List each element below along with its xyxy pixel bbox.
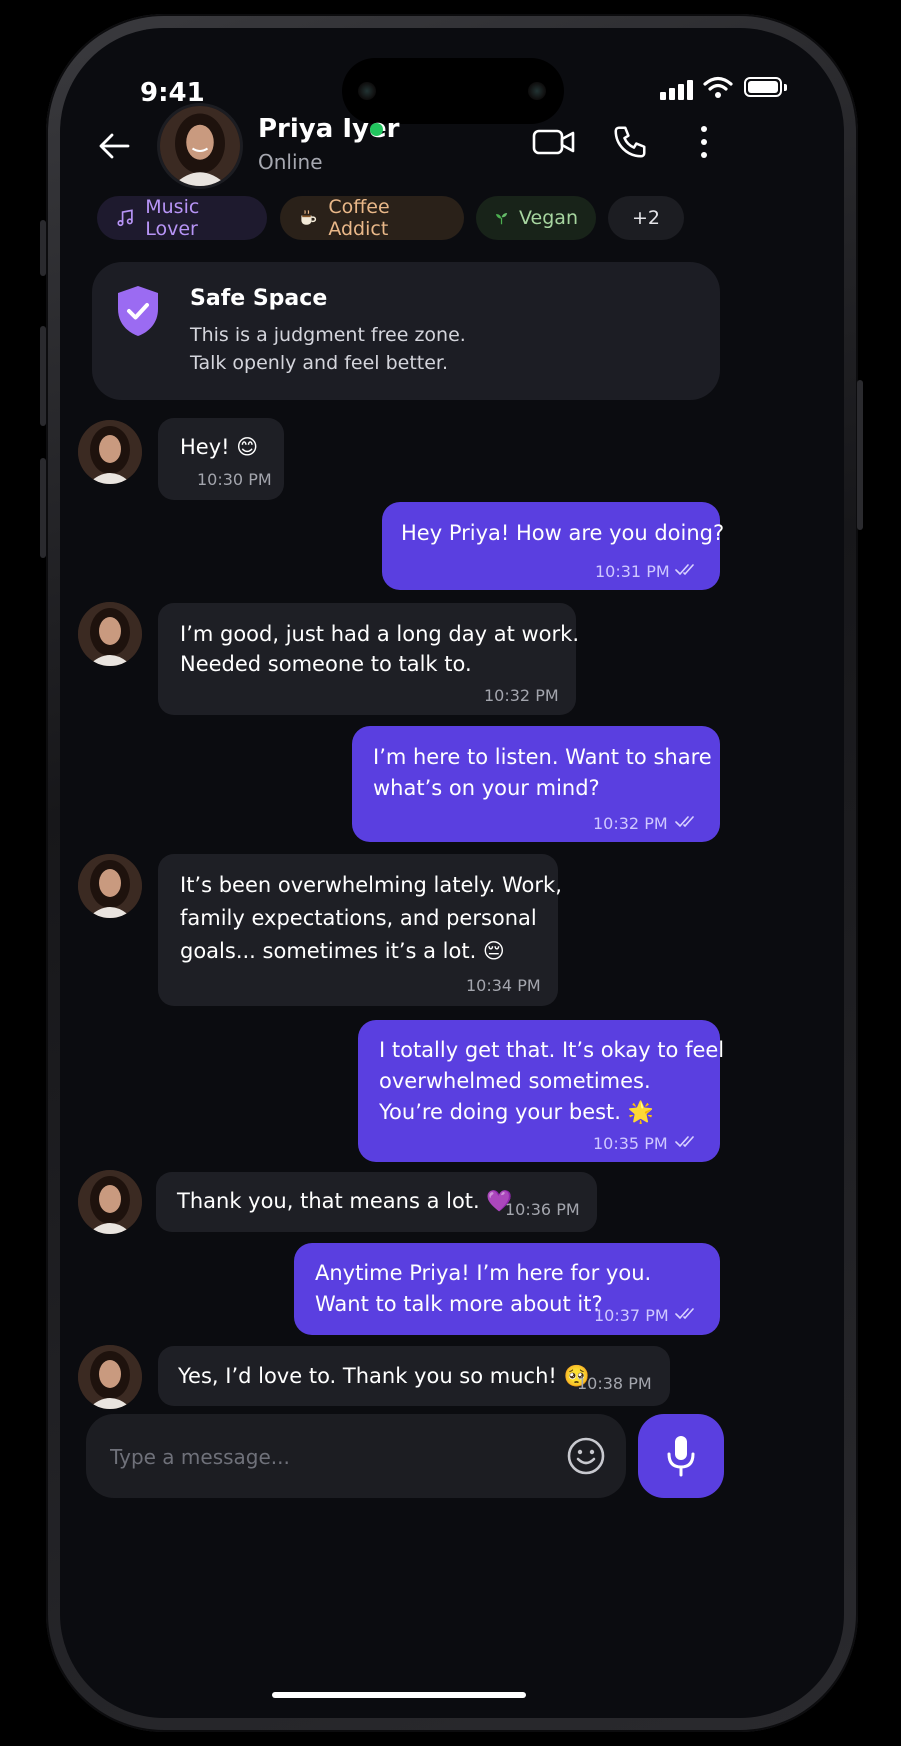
message-text: Yes, I’d love to. Thank you so much! 🥺	[178, 1364, 590, 1388]
message-avatar	[78, 1345, 142, 1409]
back-button[interactable]	[90, 122, 138, 170]
tag-label: +2	[631, 207, 660, 229]
emoji-button[interactable]	[562, 1432, 610, 1480]
signal-bar	[678, 84, 684, 100]
message-time: 10:30 PM	[197, 470, 272, 489]
message-avatar	[78, 420, 142, 484]
emoji-icon	[567, 1437, 605, 1475]
power-button	[857, 380, 863, 530]
tag-label: Vegan	[519, 207, 578, 229]
message-time: 10:32 PM	[593, 814, 668, 833]
video-call-button[interactable]	[530, 118, 578, 166]
avatar-portrait	[78, 420, 142, 484]
tag-label: Coffee Addict	[328, 196, 390, 240]
status-time: 9:41	[140, 78, 205, 108]
message-time: 10:31 PM	[595, 562, 670, 581]
message-time: 10:32 PM	[484, 686, 559, 705]
home-indicator[interactable]	[272, 1692, 526, 1698]
message-time: 10:36 PM	[505, 1200, 580, 1219]
message-text: overwhelmed sometimes.	[379, 1069, 651, 1093]
message-avatar	[78, 1170, 142, 1234]
video-call-icon	[532, 129, 575, 155]
message-text: Hey Priya! How are you doing?	[401, 521, 725, 545]
message-text: Thank you, that means a lot. 💜	[177, 1189, 513, 1213]
message-avatar	[78, 854, 142, 918]
sensor-dot	[358, 82, 376, 100]
avatar-portrait	[160, 106, 240, 186]
action-button	[40, 220, 46, 276]
battery-icon	[744, 77, 782, 97]
more-vertical-icon	[701, 126, 707, 158]
voice-record-button[interactable]	[638, 1414, 724, 1498]
avatar-portrait	[78, 1345, 142, 1409]
message-time: 10:35 PM	[593, 1134, 668, 1153]
double-check-icon	[675, 564, 694, 576]
music-note-icon	[117, 209, 133, 227]
safe-space-title: Safe Space	[190, 286, 328, 311]
back-arrow-icon	[99, 133, 130, 159]
message-text: I’m here to listen. Want to share	[373, 745, 712, 769]
status-icons	[660, 74, 800, 104]
message-avatar	[78, 602, 142, 666]
message-text: You’re doing your best. 🌟	[379, 1100, 654, 1124]
double-check-icon	[675, 1136, 694, 1148]
signal-bar	[669, 88, 675, 100]
message-time: 10:34 PM	[466, 976, 541, 995]
battery-tip	[784, 84, 787, 91]
message-text: I’m good, just had a long day at work.	[180, 622, 579, 646]
tag-music-lover[interactable]: Music Lover	[97, 196, 267, 240]
phone-call-button[interactable]	[606, 118, 654, 166]
message-text: I totally get that. It’s okay to feel	[379, 1038, 725, 1062]
message-input[interactable]	[108, 1438, 542, 1476]
tag-vegan[interactable]: Vegan	[476, 196, 596, 240]
camera-dot	[528, 82, 546, 100]
chat-screen: 9:41 Priya Iyer Online Music Lover Coffe…	[60, 28, 844, 1718]
shield-check-icon	[118, 286, 158, 336]
message-text: Anytime Priya! I’m here for you.	[315, 1261, 652, 1285]
sprout-icon	[495, 212, 508, 225]
message-text: family expectations, and personal	[180, 906, 537, 930]
message-text: goals... sometimes it’s a lot. 😔	[180, 939, 505, 963]
message-text: It’s been overwhelming lately. Work,	[180, 873, 562, 897]
message-text: Hey! 😊	[180, 435, 259, 459]
phone-call-icon	[614, 126, 646, 158]
message-text: what’s on your mind?	[373, 776, 600, 800]
double-check-icon	[675, 816, 694, 828]
volume-up-button	[40, 326, 46, 426]
tag-label: Music Lover	[145, 196, 200, 240]
message-time: 10:37 PM	[594, 1306, 669, 1325]
avatar-portrait	[78, 1170, 142, 1234]
tag-coffee-addict[interactable]: Coffee Addict	[280, 196, 464, 240]
message-text: Want to talk more about it?	[315, 1292, 603, 1316]
avatar-portrait	[78, 854, 142, 918]
safe-space-line: Talk openly and feel better.	[190, 352, 449, 374]
wifi-icon	[703, 76, 733, 98]
coffee-icon	[301, 210, 317, 225]
signal-bar	[687, 80, 693, 100]
avatar-portrait	[78, 602, 142, 666]
contact-avatar[interactable]	[160, 106, 240, 186]
double-check-icon	[675, 1308, 694, 1320]
safe-space-line: This is a judgment free zone.	[190, 324, 466, 346]
online-indicator	[370, 123, 383, 136]
microphone-icon	[667, 1436, 695, 1477]
more-options-button[interactable]	[680, 118, 728, 166]
tag-more[interactable]: +2	[608, 196, 684, 240]
signal-bar	[660, 92, 666, 100]
message-time: 10:38 PM	[577, 1374, 652, 1393]
contact-status: Online	[258, 150, 323, 174]
volume-down-button	[40, 458, 46, 558]
message-text: Needed someone to talk to.	[180, 652, 472, 676]
